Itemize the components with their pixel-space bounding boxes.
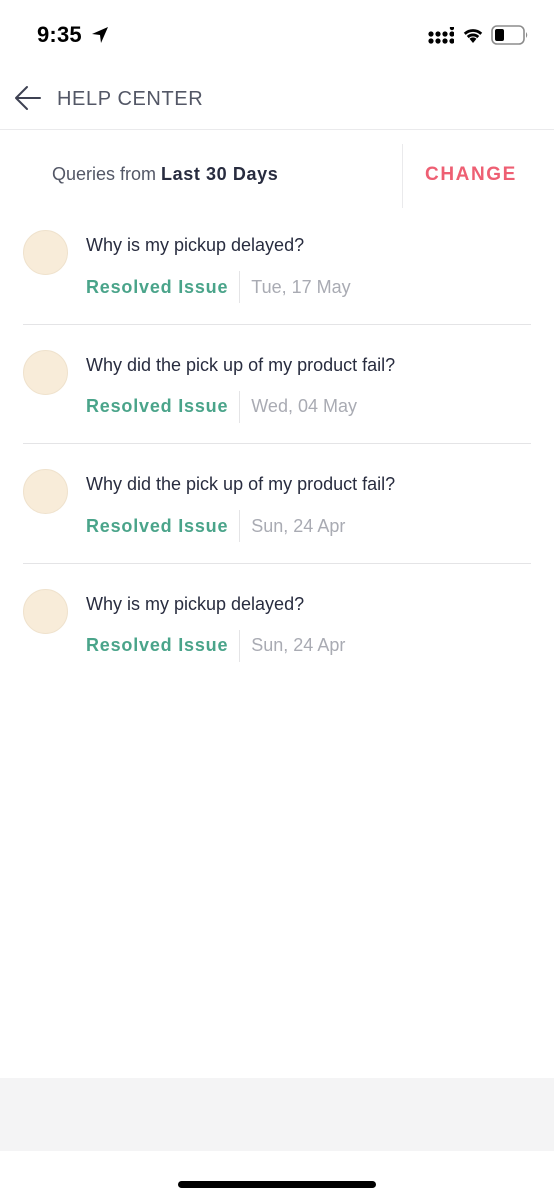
status-badge: Resolved Issue [86, 635, 229, 655]
filter-label: Queries from Last 30 Days [52, 164, 278, 185]
query-title: Why did the pick up of my product fail? [86, 354, 396, 375]
status-bar: 9:35 [0, 0, 554, 70]
query-date: Tue, 17 May [251, 276, 351, 297]
status-badge: Resolved Issue [86, 276, 229, 297]
status-badge: Resolved Issue [86, 396, 229, 416]
query-avatar [23, 469, 68, 514]
query-meta: Resolved Issue Sun, 24 Apr [86, 510, 345, 542]
query-item[interactable]: Why is my pickup delayed? Resolved Issue… [23, 564, 531, 684]
query-item[interactable]: Why did the pick up of my product fail? … [23, 325, 531, 444]
query-title: Why is my pickup delayed? [86, 593, 305, 614]
cellular-signal-icon [428, 27, 454, 44]
query-meta: Resolved Issue Wed, 04 May [86, 390, 357, 423]
query-avatar [23, 349, 68, 395]
query-meta: Resolved Issue Sun, 24 Apr [86, 629, 346, 662]
bottom-panel [0, 1078, 554, 1151]
query-meta: Resolved Issue Tue, 17 May [86, 271, 351, 303]
wifi-icon [463, 29, 483, 43]
query-item[interactable]: Why is my pickup delayed? Resolved Issue… [23, 205, 531, 325]
query-avatar [23, 588, 68, 634]
query-date: Sun, 24 Apr [251, 515, 346, 536]
query-date: Sun, 24 Apr [251, 635, 346, 655]
location-arrow-icon [92, 27, 108, 43]
app-header: HELP CENTER [0, 70, 554, 130]
page-title: HELP CENTER [57, 88, 204, 110]
query-list: Why is my pickup delayed? Resolved Issue… [0, 205, 554, 683]
change-filter-button[interactable]: CHANGE [425, 164, 517, 186]
back-arrow-icon[interactable] [14, 84, 42, 112]
query-avatar [23, 230, 68, 275]
query-title: Why is my pickup delayed? [86, 235, 305, 255]
filter-divider [402, 144, 403, 208]
status-badge: Resolved Issue [86, 515, 229, 536]
filter-prefix: Queries from [52, 164, 157, 184]
home-indicator[interactable] [178, 1181, 376, 1188]
battery-icon [491, 25, 528, 45]
query-title: Why did the pick up of my product fail? [86, 474, 396, 494]
query-date: Wed, 04 May [251, 396, 357, 416]
query-item[interactable]: Why did the pick up of my product fail? … [23, 444, 531, 564]
filter-value: Last 30 Days [161, 164, 279, 184]
status-time: 9:35 [37, 22, 82, 47]
